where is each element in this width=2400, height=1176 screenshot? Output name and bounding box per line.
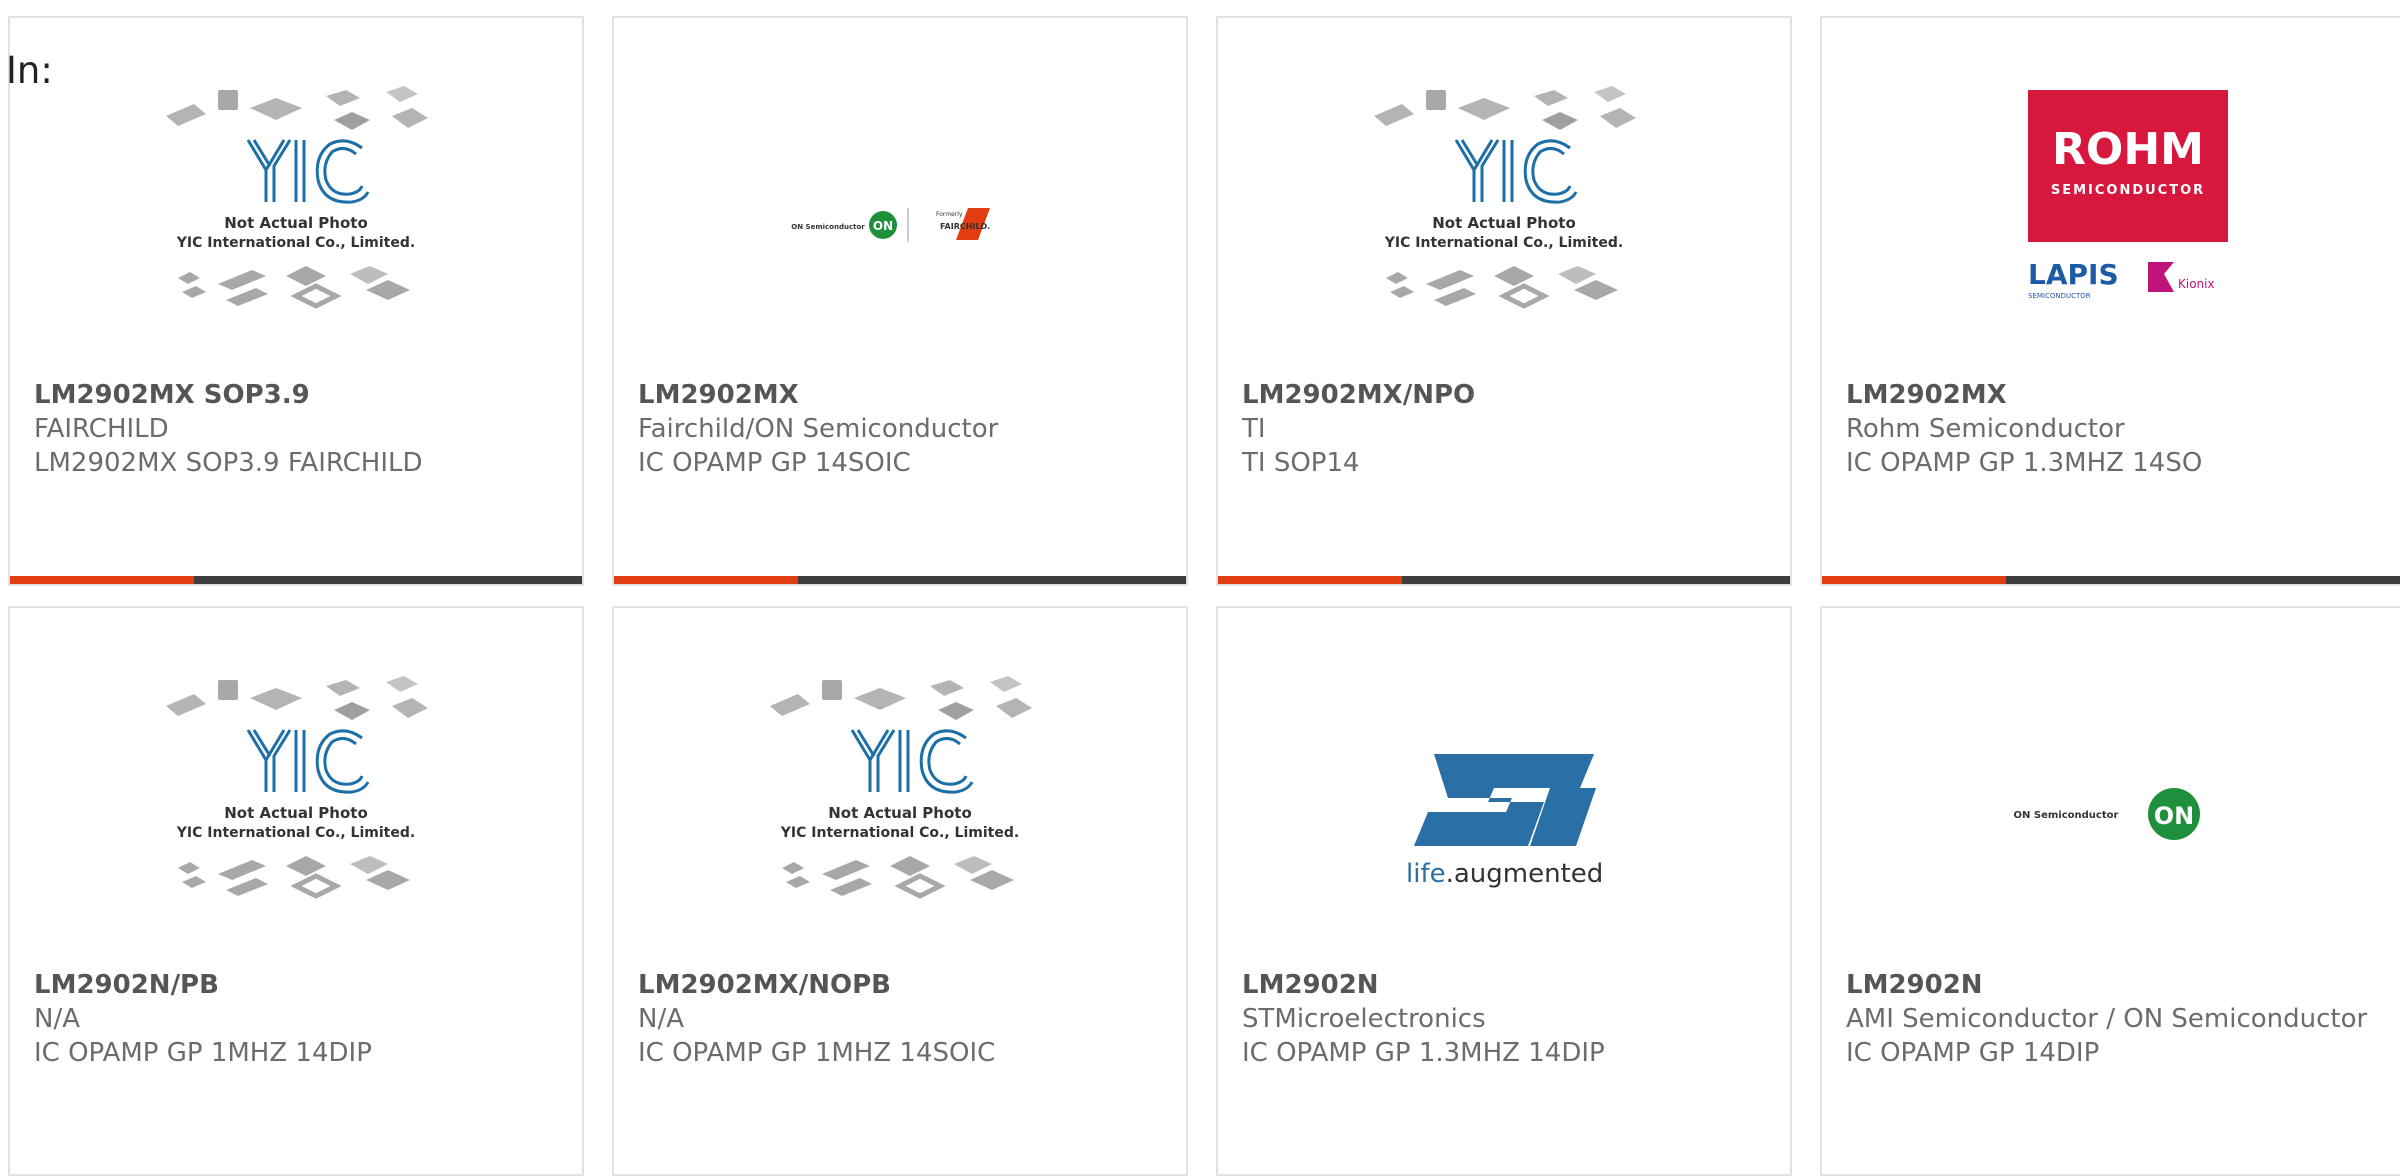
- rohm-logo: ROHM SEMICONDUCTOR LAPIS SEMICONDUCTOR K…: [2028, 90, 2228, 300]
- product-card[interactable]: Not Actual Photo YIC International Co., …: [612, 606, 1188, 1176]
- product-image: Not Actual Photo YIC International Co., …: [1218, 78, 1790, 370]
- part-number[interactable]: LM2902N: [1242, 968, 1770, 1002]
- rohm-name: ROHM: [2052, 124, 2204, 175]
- description: IC OPAMP GP 1MHZ 14DIP: [34, 1038, 372, 1068]
- part-number[interactable]: LM2902MX/NOPB: [638, 968, 1166, 1002]
- card-bottom-bar: [1218, 576, 1790, 584]
- manufacturer: Fairchild/ON Semiconductor: [638, 414, 999, 444]
- yic-caption-2: YIC International Co., Limited.: [1384, 235, 1623, 251]
- manufacturer: AMI Semiconductor / ON Semiconductor: [1846, 1004, 2368, 1034]
- on-semi-text: ON Semiconductor: [2014, 810, 2119, 821]
- prefix-label: In:: [6, 49, 53, 92]
- card-bottom-accent: [1822, 576, 2006, 584]
- product-card[interactable]: life.augmented LM2902N STMicroelectronic…: [1216, 606, 1792, 1176]
- manufacturer: Rohm Semiconductor: [1846, 414, 2125, 444]
- rohm-sub: SEMICONDUCTOR: [2051, 183, 2205, 198]
- on-semi-text: ON Semiconductor: [791, 223, 865, 231]
- product-info: LM2902N STMicroelectronics IC OPAMP GP 1…: [1242, 968, 1770, 1070]
- card-bottom-accent: [614, 576, 798, 584]
- product-info: LM2902MX Rohm Semiconductor IC OPAMP GP …: [1846, 378, 2388, 480]
- part-number[interactable]: LM2902N: [1846, 968, 2388, 1002]
- product-image: Not Actual Photo YIC International Co., …: [10, 78, 582, 370]
- yic-placeholder-image: Not Actual Photo YIC International Co., …: [760, 668, 1040, 960]
- product-card[interactable]: ON Semiconductor ON Formerly FAIRCHILD. …: [612, 16, 1188, 586]
- product-card[interactable]: Not Actual Photo YIC International Co., …: [1216, 16, 1792, 586]
- part-number[interactable]: LM2902MX: [1846, 378, 2388, 412]
- on-badge: ON: [2154, 802, 2195, 830]
- yic-caption-1: Not Actual Photo: [224, 214, 368, 232]
- description: IC OPAMP GP 1MHZ 14SOIC: [638, 1038, 996, 1068]
- description: IC OPAMP GP 1.3MHZ 14SO: [1846, 448, 2203, 478]
- card-bottom-accent: [10, 576, 194, 584]
- svg-text:SEMICONDUCTOR: SEMICONDUCTOR: [2028, 292, 2091, 300]
- manufacturer: TI: [1242, 414, 1266, 444]
- manufacturer: STMicroelectronics: [1242, 1004, 1486, 1034]
- product-info: LM2902N/PB N/A IC OPAMP GP 1MHZ 14DIP: [34, 968, 562, 1070]
- yic-caption-2: YIC International Co., Limited.: [176, 825, 415, 841]
- description: IC OPAMP GP 14DIP: [1846, 1038, 2100, 1068]
- card-bottom-bar: [1822, 576, 2400, 584]
- yic-placeholder-image: Not Actual Photo YIC International Co., …: [156, 78, 436, 370]
- on-semi-logo: ON Semiconductor ON: [2014, 788, 2200, 840]
- product-image: ROHM SEMICONDUCTOR LAPIS SEMICONDUCTOR K…: [1822, 78, 2394, 370]
- st-tagline: life.augmented: [1406, 859, 1603, 889]
- card-bottom-accent: [1218, 576, 1402, 584]
- manufacturer: FAIRCHILD: [34, 414, 169, 444]
- product-info: LM2902MX/NOPB N/A IC OPAMP GP 1MHZ 14SOI…: [638, 968, 1166, 1070]
- st-logo: life.augmented: [1406, 754, 1603, 889]
- yic-placeholder-image: Not Actual Photo YIC International Co., …: [1364, 78, 1644, 370]
- yic-caption-2: YIC International Co., Limited.: [780, 825, 1019, 841]
- product-image: ON Semiconductor ON Formerly FAIRCHILD.: [614, 78, 1186, 370]
- svg-text:FAIRCHILD.: FAIRCHILD.: [940, 222, 990, 231]
- part-number[interactable]: LM2902N/PB: [34, 968, 562, 1002]
- yic-caption-1: Not Actual Photo: [828, 804, 972, 822]
- product-info: LM2902MX Fairchild/ON Semiconductor IC O…: [638, 378, 1166, 480]
- manufacturer: N/A: [34, 1004, 80, 1034]
- yic-placeholder-image: Not Actual Photo YIC International Co., …: [156, 668, 436, 960]
- product-info: LM2902MX SOP3.9 FAIRCHILD LM2902MX SOP3.…: [34, 378, 562, 480]
- product-info: LM2902MX/NPO TI TI SOP14: [1242, 378, 1770, 480]
- product-card[interactable]: ROHM SEMICONDUCTOR LAPIS SEMICONDUCTOR K…: [1820, 16, 2400, 586]
- product-card[interactable]: Not Actual Photo YIC International Co., …: [8, 16, 584, 586]
- yic-caption-1: Not Actual Photo: [1432, 214, 1576, 232]
- on-fairchild-logo: ON Semiconductor ON Formerly FAIRCHILD.: [791, 208, 990, 242]
- part-number[interactable]: LM2902MX/NPO: [1242, 378, 1770, 412]
- product-image: Not Actual Photo YIC International Co., …: [614, 668, 1186, 960]
- product-image: Not Actual Photo YIC International Co., …: [10, 668, 582, 960]
- description: IC OPAMP GP 1.3MHZ 14DIP: [1242, 1038, 1605, 1068]
- product-card[interactable]: ON Semiconductor ON LM2902N AMI Semicond…: [1820, 606, 2400, 1176]
- product-info: LM2902N AMI Semiconductor / ON Semicondu…: [1846, 968, 2388, 1070]
- yic-caption-1: Not Actual Photo: [224, 804, 368, 822]
- manufacturer: N/A: [638, 1004, 684, 1034]
- lapis-text: LAPIS: [2028, 258, 2119, 291]
- yic-caption-2: YIC International Co., Limited.: [176, 235, 415, 251]
- card-bottom-bar: [10, 576, 582, 584]
- description: LM2902MX SOP3.9 FAIRCHILD: [34, 448, 423, 478]
- svg-text:ON: ON: [873, 219, 893, 233]
- part-number[interactable]: LM2902MX: [638, 378, 1166, 412]
- description: IC OPAMP GP 14SOIC: [638, 448, 911, 478]
- product-image: life.augmented: [1218, 668, 1790, 960]
- svg-text:Kionix: Kionix: [2178, 277, 2215, 291]
- description: TI SOP14: [1242, 448, 1360, 478]
- svg-text:Formerly: Formerly: [936, 211, 963, 218]
- part-number[interactable]: LM2902MX SOP3.9: [34, 378, 562, 412]
- product-image: ON Semiconductor ON: [1822, 668, 2394, 960]
- product-card[interactable]: Not Actual Photo YIC International Co., …: [8, 606, 584, 1176]
- card-bottom-bar: [614, 576, 1186, 584]
